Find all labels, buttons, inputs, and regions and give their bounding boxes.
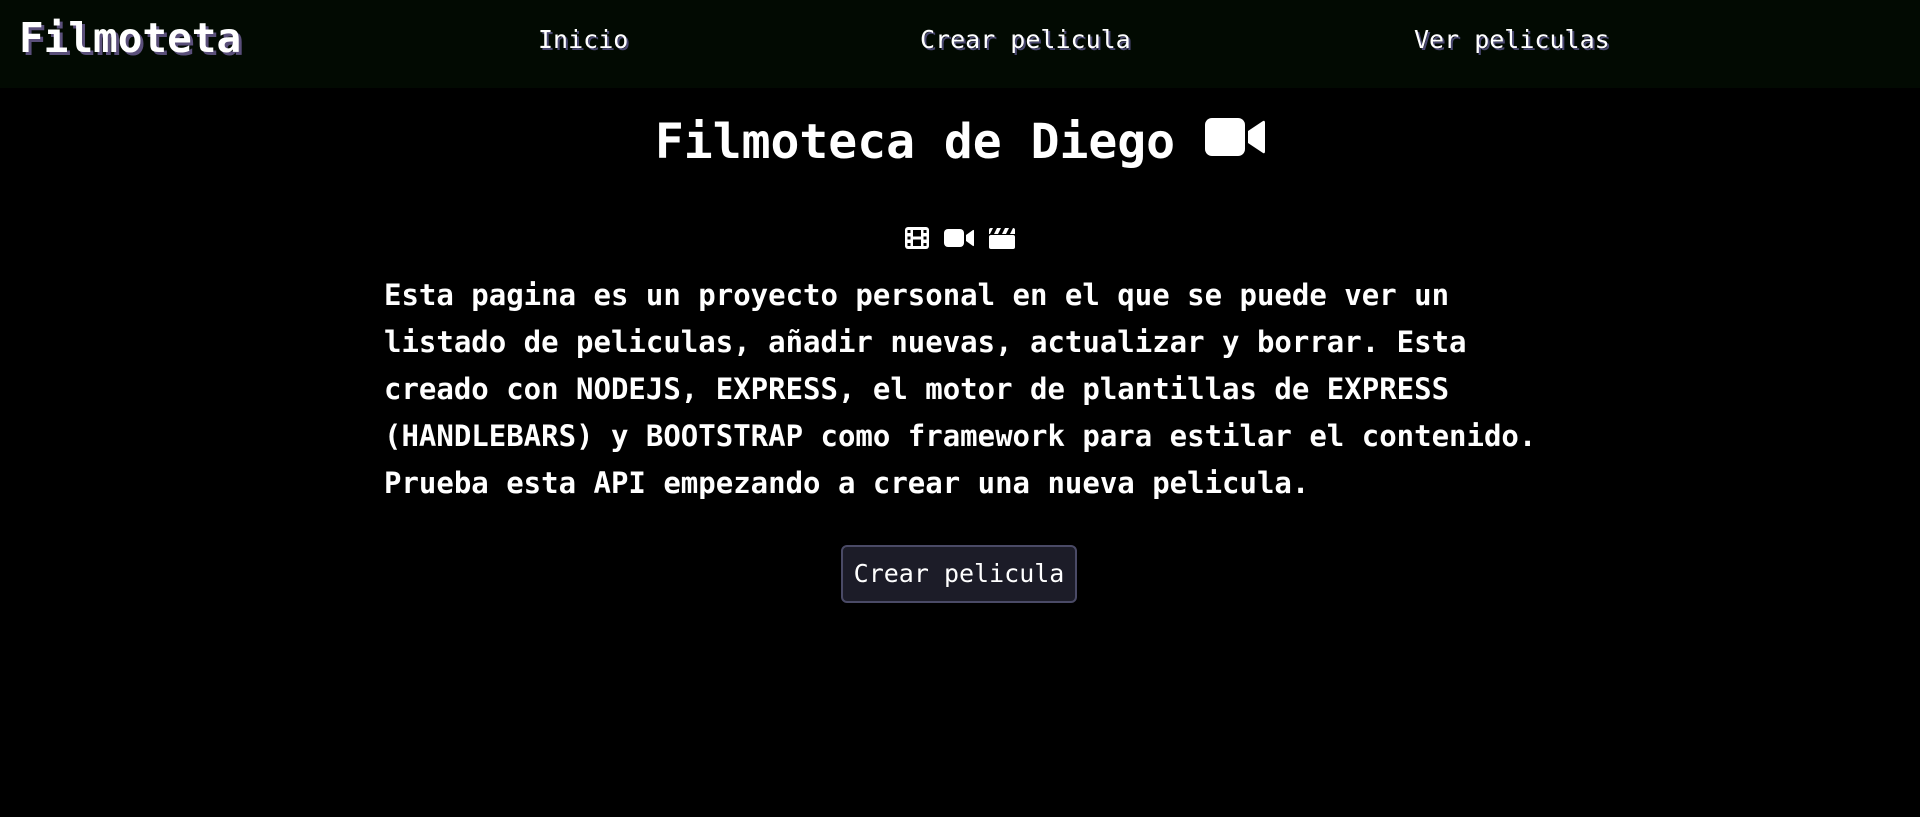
crear-pelicula-button[interactable]: Crear pelicula xyxy=(841,545,1077,603)
navbar: Filmoteta Inicio Crear pelicula Ver peli… xyxy=(0,0,1920,88)
description-text: Esta pagina es un proyecto personal en e… xyxy=(384,278,1537,500)
nav-link-inicio[interactable]: Inicio xyxy=(538,24,628,56)
nav-link-crear-pelicula[interactable]: Crear pelicula xyxy=(920,24,1131,56)
icons-row xyxy=(0,226,1920,250)
page-title-text: Filmoteca de Diego xyxy=(654,114,1176,170)
brand-logo[interactable]: Filmoteta xyxy=(19,14,241,62)
film-icon xyxy=(904,226,930,250)
page-title: Filmoteca de Diego xyxy=(0,112,1920,172)
video-camera-icon xyxy=(1205,112,1266,172)
nav-link-ver-peliculas[interactable]: Ver peliculas xyxy=(1414,24,1610,56)
clapperboard-icon xyxy=(988,226,1016,250)
video-camera-icon xyxy=(944,226,974,250)
